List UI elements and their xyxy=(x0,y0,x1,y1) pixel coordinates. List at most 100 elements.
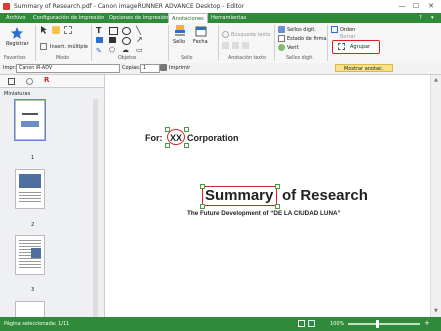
thumbnail-page-number: 1 xyxy=(31,155,35,161)
register-label: Registrar xyxy=(6,41,29,47)
ribbon: Registrar Insert. múltiple Favoritos Mod… xyxy=(0,23,441,64)
stamp-button[interactable]: Sello xyxy=(171,25,189,51)
thumbnail-page-1[interactable] xyxy=(14,99,46,141)
pen-tool-icon[interactable]: ✎ xyxy=(96,47,102,55)
selection-handle[interactable] xyxy=(200,184,205,189)
zoom-slider[interactable] xyxy=(348,320,420,328)
printer-select[interactable]: Canon iR-ADV xyxy=(16,64,120,73)
ribbon-divider xyxy=(218,25,219,61)
group-label-sellos-digit: Sellos digit. xyxy=(286,56,314,61)
fill-ellipse-icon[interactable] xyxy=(122,37,131,45)
ellipse-tool-icon[interactable] xyxy=(122,27,131,35)
scroll-up-arrow[interactable]: ▲ xyxy=(434,77,438,83)
selection-handle[interactable] xyxy=(275,204,280,209)
thumbnail-page-number: 3 xyxy=(31,287,35,293)
mode-pointer-button[interactable] xyxy=(40,26,48,34)
minimize-button[interactable]: — xyxy=(397,1,407,11)
selection-handle[interactable] xyxy=(184,143,189,148)
selection-handle[interactable] xyxy=(275,184,280,189)
menu-herramientas[interactable]: Herramientas xyxy=(208,13,249,23)
menu-config-impresion[interactable]: Configuración de impresión xyxy=(30,13,107,23)
annotations-tab-icon[interactable]: R xyxy=(44,76,49,84)
selection-handle[interactable] xyxy=(165,143,170,148)
underline-text-icon[interactable] xyxy=(232,42,239,49)
order-button[interactable]: Orden xyxy=(331,26,371,34)
text-search-button[interactable]: Búsqueda texto xyxy=(222,31,272,39)
page-text-for: For: xyxy=(145,133,163,143)
thumbnail-content xyxy=(19,174,41,188)
highlight-tool-icon[interactable] xyxy=(96,37,103,43)
text-annot-tools xyxy=(222,42,272,50)
register-button[interactable]: Registrar xyxy=(6,25,29,49)
copies-label: Copias: xyxy=(122,65,141,71)
copies-input[interactable]: 1 xyxy=(140,64,160,73)
help-icon[interactable]: ? xyxy=(416,13,425,23)
app-icon xyxy=(3,3,10,10)
two-page-view-icon[interactable] xyxy=(308,320,315,327)
digital-stamp-icon xyxy=(278,26,285,33)
polygon-tool-icon[interactable]: ⬠ xyxy=(109,46,115,54)
digital-stamps-button[interactable]: Sellos digit. xyxy=(278,26,328,34)
cloud-tool-icon[interactable]: ☁ xyxy=(122,46,129,54)
fill-rectangle-icon[interactable] xyxy=(109,37,116,43)
zoom-value: 100% xyxy=(330,321,345,327)
group-label-modo: Modo xyxy=(56,56,70,61)
view-mode-icons[interactable] xyxy=(298,320,322,328)
menu-opciones-impresion[interactable]: Opciones de impresión xyxy=(106,13,171,23)
pointer-icon xyxy=(41,26,47,34)
selection-handle[interactable] xyxy=(200,204,205,209)
arrow-tool-icon[interactable]: ↗ xyxy=(136,35,143,44)
for-prefix: For: xyxy=(145,133,163,143)
verify-button[interactable]: Verif. xyxy=(278,44,318,52)
zoom-slider-thumb[interactable] xyxy=(376,320,379,328)
insert-multiple-label: Insert. múltiple xyxy=(50,44,88,50)
signature-status-checkbox[interactable]: Estado de firma xyxy=(278,35,328,43)
thumbnail-content xyxy=(21,121,39,127)
thumbnail-page-2[interactable] xyxy=(15,169,45,209)
heading-word: Summary xyxy=(205,187,274,204)
show-annotations-button[interactable]: Mostrar anotac. xyxy=(335,64,393,72)
zoom-in-icon[interactable]: + xyxy=(424,319,430,327)
document-scrollbar[interactable]: ▲ ▼ xyxy=(430,75,441,317)
mode-select-button[interactable] xyxy=(64,26,72,34)
printer-label: Impr: xyxy=(3,65,17,71)
window-title: Summary of Research.pdf - Canon imageRUN… xyxy=(14,3,245,10)
company-code-text: XX xyxy=(170,133,183,143)
thumbnail-content xyxy=(22,113,38,115)
single-page-view-icon[interactable] xyxy=(298,320,305,327)
close-button[interactable]: ✕ xyxy=(426,1,436,11)
thumbnail-page-4[interactable] xyxy=(15,301,45,318)
search-icon xyxy=(222,31,229,38)
note-tool-icon[interactable]: ▭ xyxy=(136,46,143,54)
selection-handle[interactable] xyxy=(165,127,170,132)
highlight-text-icon[interactable] xyxy=(222,42,229,49)
rectangle-tool-icon[interactable] xyxy=(109,27,118,35)
text-search-label: Búsqueda texto xyxy=(231,32,271,38)
date-button[interactable]: Fecha xyxy=(192,25,210,51)
ribbon-divider xyxy=(35,25,36,61)
ribbon-options-icon[interactable]: ▾ xyxy=(428,13,437,23)
strikethrough-text-icon[interactable] xyxy=(242,42,249,49)
ribbon-divider xyxy=(168,25,169,61)
print-button[interactable]: Imprimir xyxy=(160,64,194,72)
group-icon xyxy=(338,43,345,50)
title-bar: Summary of Research.pdf - Canon imageRUN… xyxy=(0,0,441,14)
thumbnail-page-3[interactable] xyxy=(15,235,45,275)
text-tool-icon[interactable]: T xyxy=(96,26,101,35)
insert-multiple-icon xyxy=(40,43,47,50)
scroll-down-arrow[interactable]: ▼ xyxy=(434,308,438,314)
bookmarks-tab-icon[interactable] xyxy=(26,78,33,85)
signature-status-label: Estado de firma xyxy=(287,36,327,42)
line-tool-icon[interactable]: ╲ xyxy=(136,26,141,35)
selection-handle[interactable] xyxy=(184,127,189,132)
menu-archivo[interactable]: Archivo xyxy=(3,13,28,23)
show-annotations-label: Mostrar anotac. xyxy=(344,65,384,72)
mode-hand-button[interactable] xyxy=(52,26,60,34)
calendar-icon xyxy=(195,26,207,37)
thumbnail-scrollbar[interactable] xyxy=(93,99,98,317)
printer-icon xyxy=(160,64,167,71)
group-button[interactable]: Agrupar xyxy=(332,40,380,54)
maximize-button[interactable]: ☐ xyxy=(411,1,421,11)
order-label: Orden xyxy=(340,27,356,33)
thumbnails-tab-icon[interactable] xyxy=(8,78,15,85)
